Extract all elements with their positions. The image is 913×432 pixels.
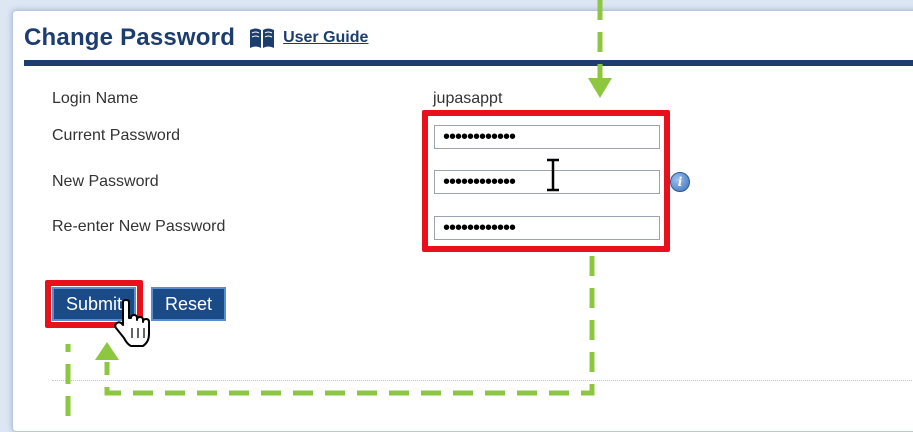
arrow-up-icon [95,342,119,360]
guide-path [104,256,595,396]
hand-pointer-icon [114,299,150,347]
annotation-overlay [65,0,612,416]
text-cursor-icon [547,158,559,192]
arrow-down-icon [588,0,612,98]
